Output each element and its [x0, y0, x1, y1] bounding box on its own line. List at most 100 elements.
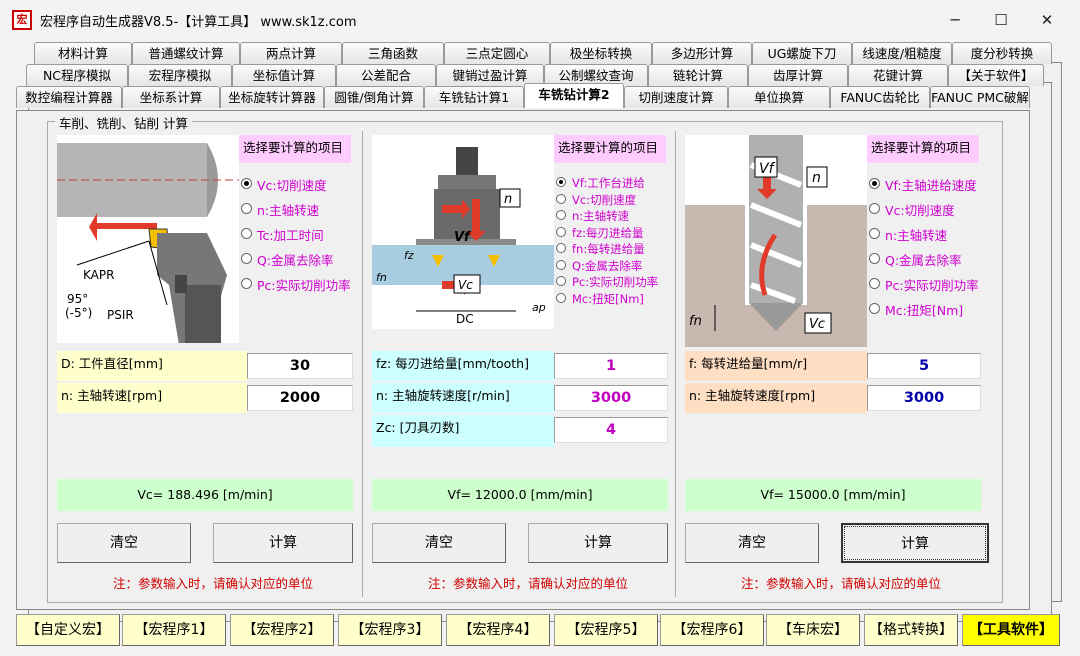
tab-row2-9[interactable]: 【关于软件】 [948, 64, 1044, 86]
milling-clear-button[interactable]: 清空 [372, 523, 506, 563]
milling-option-vf[interactable]: Vf:工作台进给 [556, 175, 658, 192]
tab-row2-3[interactable]: 公差配合 [336, 64, 436, 86]
minimize-button[interactable]: ─ [932, 6, 978, 34]
radio-dot [556, 226, 566, 237]
tab-row2-7[interactable]: 齿厚计算 [748, 64, 848, 86]
milling-option-mc[interactable]: Mc:扭矩[Nm] [556, 291, 658, 308]
option-label: Vf:工作台进给 [572, 176, 645, 190]
module-button-macro-4[interactable]: 【宏程序4】 [446, 614, 550, 646]
radio-dot [556, 193, 566, 204]
mill-fn-label: fn [376, 271, 387, 284]
radio-dot [869, 178, 880, 189]
module-button-lathe-macro[interactable]: 【车床宏】 [766, 614, 860, 646]
drilling-input-f[interactable]: 5 [867, 353, 981, 379]
option-label: fn:每转进给量 [572, 242, 645, 256]
app-logo-icon: 宏 [12, 10, 32, 30]
turning-input-spindle[interactable]: 2000 [247, 385, 353, 411]
tab-row2-1[interactable]: 宏程序模拟 [128, 64, 232, 86]
option-label: Q:金属去除率 [572, 258, 643, 273]
tab-row3-3[interactable]: 圆锥/倒角计算 [324, 86, 424, 108]
radio-dot [556, 210, 566, 220]
module-button-macro-1[interactable]: 【宏程序1】 [122, 614, 226, 646]
maximize-button[interactable]: ☐ [978, 6, 1024, 34]
radio-dot [869, 253, 880, 264]
drilling-option-n[interactable]: n:主轴转速 [869, 225, 979, 250]
milling-input-n[interactable]: 3000 [554, 385, 668, 411]
tab-row3-8[interactable]: FANUC齿轮比 [830, 86, 930, 108]
drilling-option-mc[interactable]: Mc:扭矩[Nm] [869, 300, 979, 325]
milling-option-vc[interactable]: Vc:切削速度 [556, 192, 658, 209]
tab-row3-7[interactable]: 单位换算 [728, 86, 830, 108]
drilling-input-n[interactable]: 3000 [867, 385, 981, 411]
tab-row1-9[interactable]: 度分秒转换 [952, 42, 1052, 64]
turning-clear-button[interactable]: 清空 [57, 523, 191, 563]
milling-label-fz: fz: 每刃进给量[mm/tooth] [372, 351, 554, 381]
tab-control: 材料计算 普通螺纹计算 两点计算 三角函数 三点定圆心 极坐标转换 多边形计算 … [8, 42, 1072, 622]
tab-row3-9[interactable]: FANUC PMC破解 [930, 86, 1030, 108]
radio-dot [556, 177, 566, 187]
turning-option-vc[interactable]: Vc:切削速度 [241, 175, 351, 200]
option-label: Q:金属去除率 [257, 253, 334, 268]
drilling-option-pc[interactable]: Pc:实际切削功率 [869, 275, 979, 300]
tab-row3-0[interactable]: 数控编程计算器 [16, 86, 122, 108]
drilling-option-vc[interactable]: Vc:切削速度 [869, 200, 979, 225]
tab-row3-6[interactable]: 切削速度计算 [624, 86, 728, 108]
module-button-macro-5[interactable]: 【宏程序5】 [554, 614, 658, 646]
tab-row1-1[interactable]: 普通螺纹计算 [132, 42, 240, 64]
tab-row2-2[interactable]: 坐标值计算 [232, 64, 336, 86]
tab-row1-0[interactable]: 材料计算 [34, 42, 132, 64]
module-button-custom-macro[interactable]: 【自定义宏】 [16, 614, 120, 646]
tab-row3-1[interactable]: 坐标系计算 [122, 86, 220, 108]
tab-row3-5[interactable]: 车铣钻计算2 [524, 83, 624, 108]
milling-option-fz[interactable]: fz:每刃进给量 [556, 225, 658, 242]
option-label: Tc:加工时间 [257, 228, 324, 243]
turning-option-q[interactable]: Q:金属去除率 [241, 250, 351, 275]
tab-row1-3[interactable]: 三角函数 [342, 42, 444, 64]
tab-row1-7[interactable]: UG螺旋下刀 [752, 42, 852, 64]
milling-input-zc[interactable]: 4 [554, 417, 668, 443]
tab-row1-6[interactable]: 多边形计算 [652, 42, 752, 64]
tab-row2-6[interactable]: 链轮计算 [648, 64, 748, 86]
option-label: Mc:扭矩[Nm] [885, 303, 964, 318]
lathe-tool-diagram: KAPR 95° (-5°) PSIR [57, 135, 239, 345]
angle-95-label: 95° [67, 292, 88, 306]
tab-row3-4[interactable]: 车铣钻计算1 [424, 86, 524, 108]
module-button-macro-2[interactable]: 【宏程序2】 [230, 614, 334, 646]
tab-row2-8[interactable]: 花键计算 [848, 64, 948, 86]
drilling-option-q[interactable]: Q:金属去除率 [869, 250, 979, 275]
turning-option-pc[interactable]: Pc:实际切削功率 [241, 275, 351, 300]
milling-calc-button[interactable]: 计算 [528, 523, 668, 563]
tab-row3-2[interactable]: 坐标旋转计算器 [220, 86, 324, 108]
module-button-macro-3[interactable]: 【宏程序3】 [338, 614, 442, 646]
turning-result: Vc= 188.496 [m/min] [57, 479, 353, 511]
turning-option-n[interactable]: n:主轴转速 [241, 200, 351, 225]
drilling-panel: Vf n fn Vc 选择要计算的项目 Vf:主轴进给速度 Vc:切削速度 n:… [675, 133, 989, 593]
turning-calc-button[interactable]: 计算 [213, 523, 353, 563]
turning-label-spindle: n: 主轴转速[rpm] [57, 383, 247, 413]
mill-dc-label: DC [456, 312, 474, 326]
tab-row1-2[interactable]: 两点计算 [240, 42, 342, 64]
module-button-macro-6[interactable]: 【宏程序6】 [660, 614, 764, 646]
option-label: n:主轴转速 [572, 209, 630, 223]
module-button-tool-software[interactable]: 【工具软件】 [962, 614, 1060, 646]
milling-option-pc[interactable]: Pc:实际切削功率 [556, 274, 658, 291]
milling-option-fn[interactable]: fn:每转进给量 [556, 241, 658, 258]
tab-page-content: 车削、铣削、钻削 计算 KAPR 95° (-5°) PSIR 选择要计算的项目… [16, 110, 1030, 610]
tab-row2-0[interactable]: NC程序模拟 [26, 64, 128, 86]
angle-neg5-label: (-5°) [65, 306, 92, 320]
close-button[interactable]: ✕ [1024, 6, 1070, 34]
tab-row1-4[interactable]: 三点定圆心 [444, 42, 550, 64]
drill-n-label: n [812, 170, 821, 186]
tab-row1-8[interactable]: 线速度/粗糙度 [852, 42, 952, 64]
module-button-format-convert[interactable]: 【格式转换】 [864, 614, 958, 646]
milling-option-n[interactable]: n:主轴转速 [556, 208, 658, 225]
turning-option-tc[interactable]: Tc:加工时间 [241, 225, 351, 250]
option-label: n:主轴转速 [885, 228, 948, 243]
drilling-calc-button[interactable]: 计算 [841, 523, 989, 563]
turning-input-diameter[interactable]: 30 [247, 353, 353, 379]
drilling-option-vf[interactable]: Vf:主轴进给速度 [869, 175, 979, 200]
milling-input-fz[interactable]: 1 [554, 353, 668, 379]
tab-row1-5[interactable]: 极坐标转换 [550, 42, 652, 64]
drilling-clear-button[interactable]: 清空 [685, 523, 819, 563]
milling-option-q[interactable]: Q:金属去除率 [556, 258, 658, 275]
